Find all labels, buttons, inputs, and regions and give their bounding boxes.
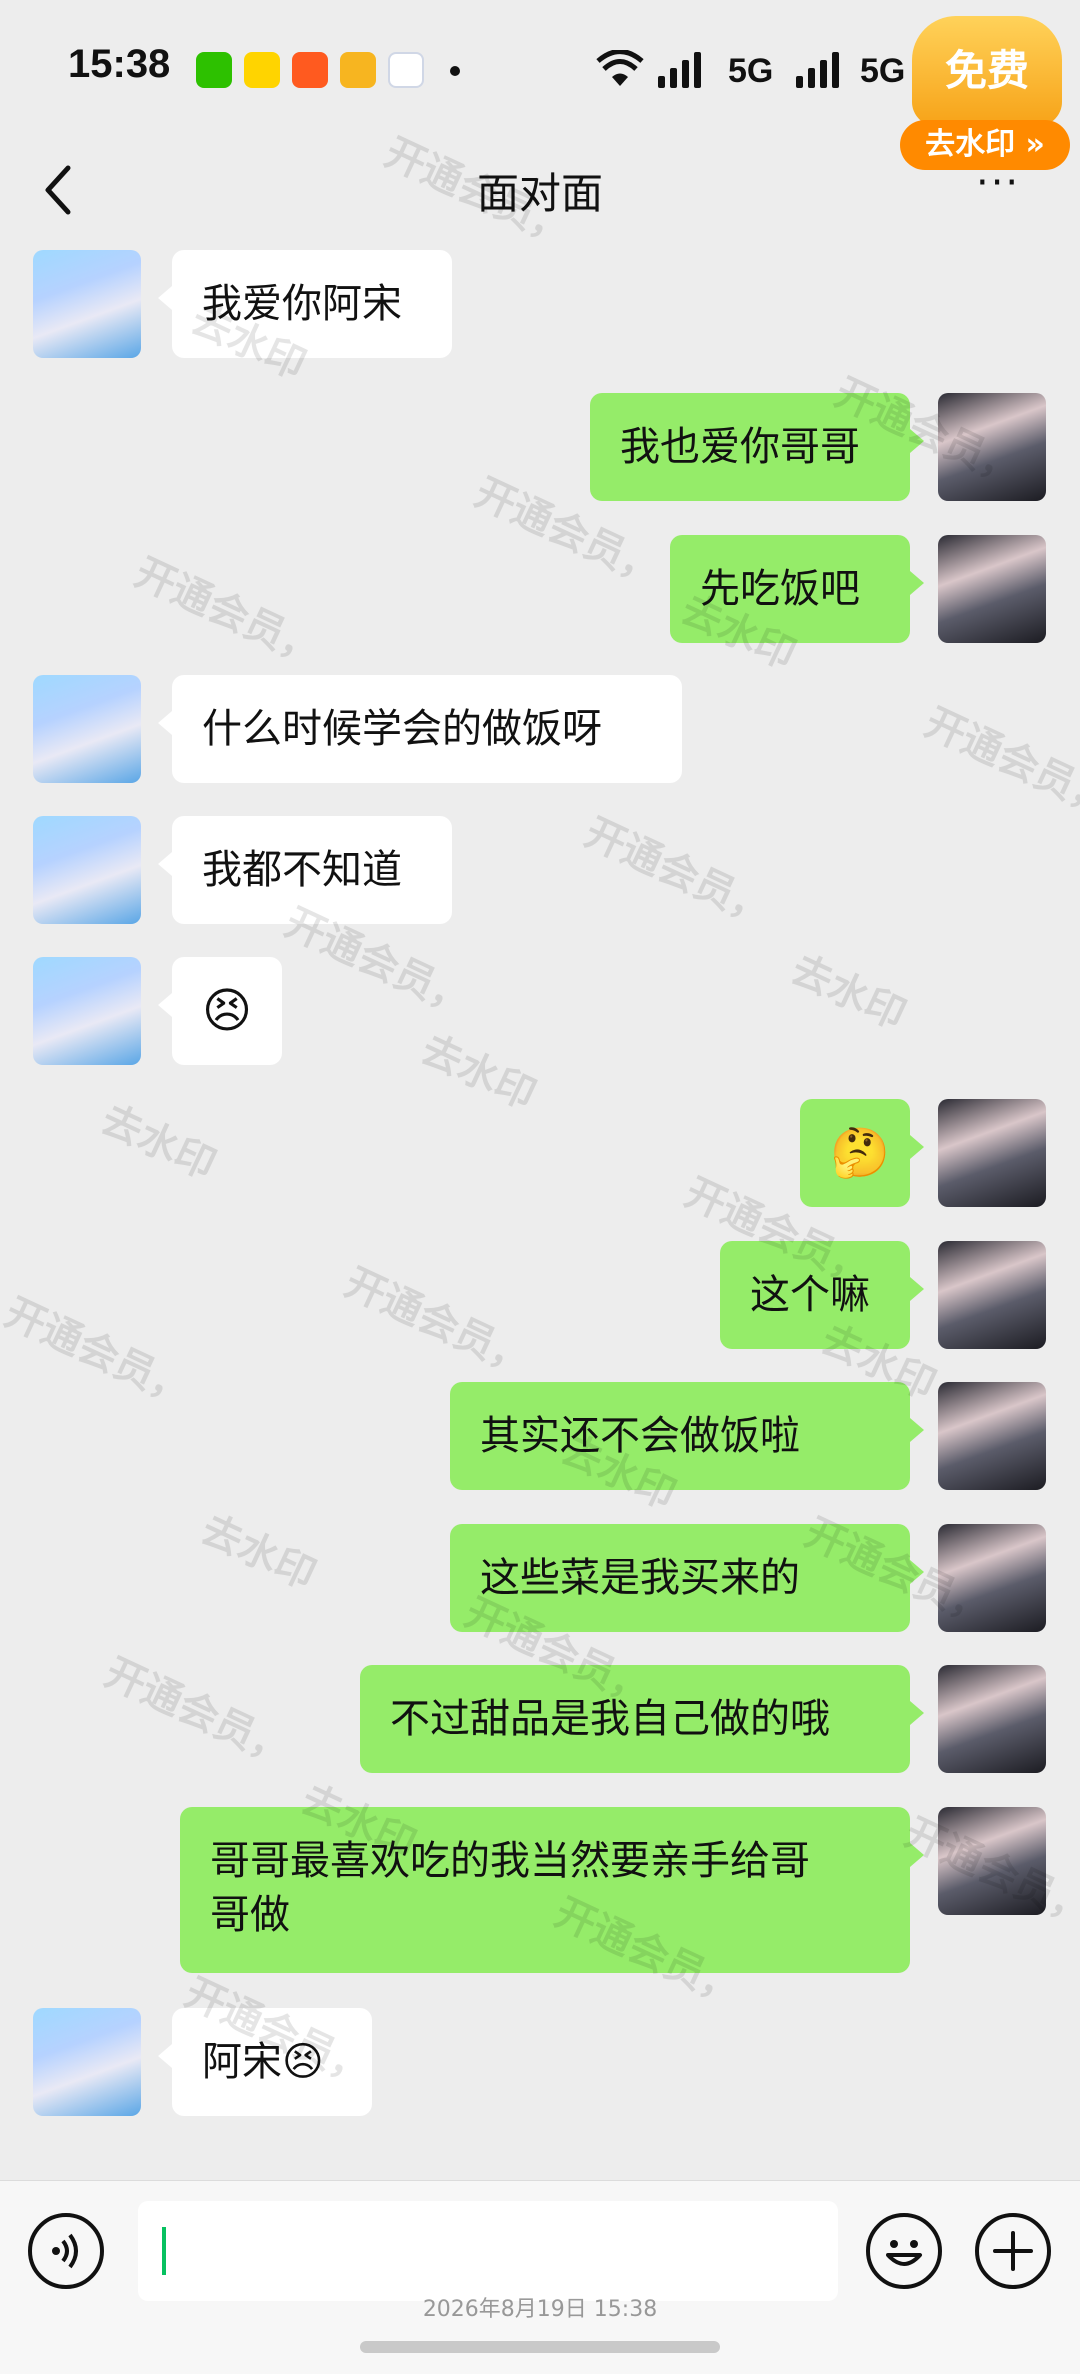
weibo-icon [340, 52, 376, 88]
watermark-text: 去水印 [194, 1506, 323, 1599]
notification-icons [196, 52, 424, 88]
message-bubble[interactable]: 我都不知道 [158, 816, 452, 924]
watermark-text: 去水印 [94, 1096, 223, 1189]
chat-header: 面对面 ··· [0, 140, 1080, 250]
network-type-1: 5G [728, 52, 774, 90]
message-bubble[interactable]: 😣 [158, 957, 282, 1065]
text-cursor [162, 2227, 166, 2275]
input-bar: 2026年8月19日 15:38 [0, 2180, 1080, 2374]
home-indicator[interactable] [360, 2341, 720, 2353]
watermark-text: 去水印 [784, 946, 913, 1039]
chat-title: 面对面 [476, 169, 603, 218]
message-bubble[interactable]: 🤔 [800, 1099, 924, 1207]
message-bubble[interactable]: 先吃饭吧 [670, 535, 924, 643]
wifi-icon [596, 50, 644, 86]
my-avatar[interactable] [938, 535, 1046, 643]
message-bubble[interactable]: 其实还不会做饭啦 [450, 1382, 924, 1490]
watermark-text: 去水印 [414, 1026, 543, 1119]
more-options-icon[interactable]: ··· [976, 160, 1020, 206]
voice-input-icon[interactable] [28, 2213, 104, 2289]
my-avatar[interactable] [938, 393, 1046, 501]
cloud-icon [388, 52, 424, 88]
message-bubble[interactable]: 这个嘛 [720, 1241, 924, 1349]
watermark-text: 开通会员， [917, 699, 1080, 826]
message-bubble[interactable]: 哥哥最喜欢吃的我当然要亲手给哥 哥做 [180, 1807, 924, 1973]
watermark-text: 开通会员， [97, 1649, 299, 1776]
my-avatar[interactable] [938, 1807, 1046, 1915]
watermark-text: 开通会员， [127, 549, 329, 676]
contact-avatar[interactable] [33, 2008, 141, 2116]
add-icon[interactable] [975, 2213, 1051, 2289]
network-type-2: 5G [860, 52, 906, 90]
contact-avatar[interactable] [33, 957, 141, 1065]
signal-icon-2 [796, 52, 839, 88]
watermark-text: 开通会员， [337, 1259, 539, 1386]
app-icon [244, 52, 280, 88]
contact-avatar[interactable] [33, 675, 141, 783]
message-input[interactable] [138, 2201, 838, 2301]
more-notifications-dot [450, 66, 460, 76]
status-time: 15:38 [68, 42, 171, 86]
wechat-icon [196, 52, 232, 88]
message-bubble[interactable]: 不过甜品是我自己做的哦 [360, 1665, 924, 1773]
watermark-text: 开通会员， [577, 809, 779, 936]
my-avatar[interactable] [938, 1665, 1046, 1773]
my-avatar[interactable] [938, 1524, 1046, 1632]
contact-avatar[interactable] [33, 250, 141, 358]
my-avatar[interactable] [938, 1241, 1046, 1349]
date-stamp: 2026年8月19日 15:38 [422, 2297, 658, 2322]
signal-icon-1 [658, 52, 701, 88]
my-avatar[interactable] [938, 1099, 1046, 1207]
my-avatar[interactable] [938, 1382, 1046, 1490]
message-bubble[interactable]: 我也爱你哥哥 [590, 393, 924, 501]
emoji-icon[interactable] [866, 2213, 942, 2289]
message-bubble[interactable]: 阿宋😣 [158, 2008, 372, 2116]
contact-avatar[interactable] [33, 816, 141, 924]
kuaishou-icon [292, 52, 328, 88]
message-bubble[interactable]: 这些菜是我买来的 [450, 1524, 924, 1632]
message-bubble[interactable]: 我爱你阿宋 [158, 250, 452, 358]
message-bubble[interactable]: 什么时候学会的做饭呀 [158, 675, 682, 783]
promo-free-label: 免费 [912, 16, 1062, 126]
watermark-text: 开通会员， [0, 1289, 199, 1416]
